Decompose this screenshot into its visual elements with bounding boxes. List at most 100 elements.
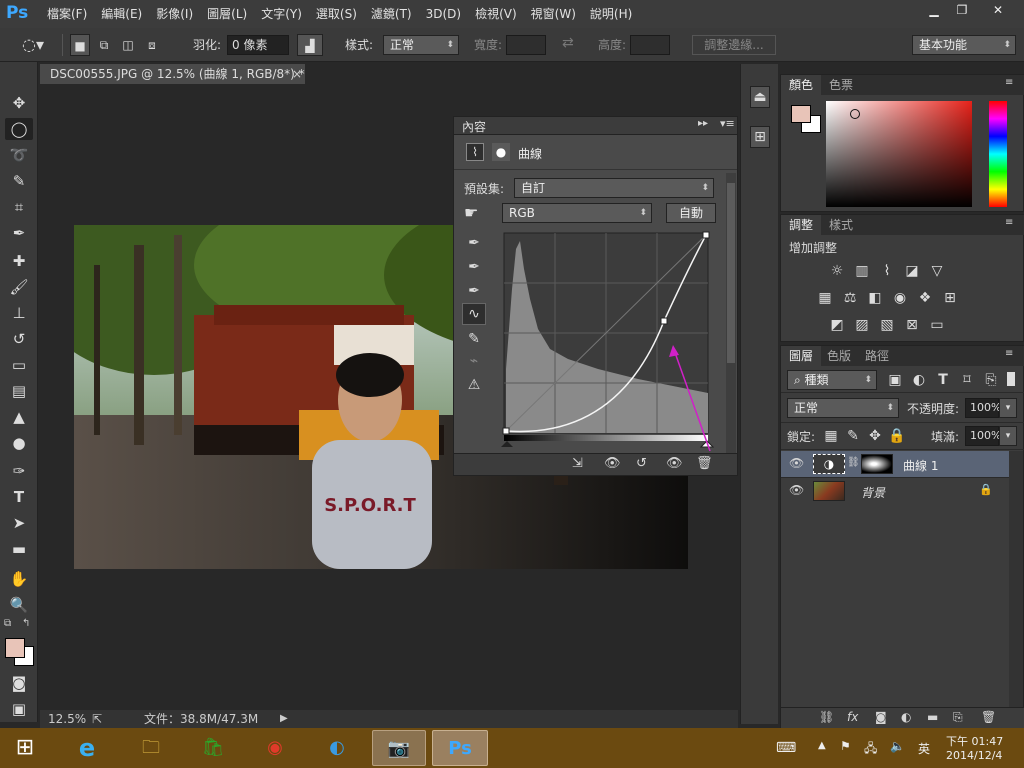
fill-dropdown-icon[interactable]: ▾ (999, 426, 1017, 446)
input-method-indicator[interactable]: 英 (918, 740, 930, 757)
photo-filter-icon[interactable]: ◉ (890, 288, 910, 308)
eraser-tool-icon[interactable]: ▭ (5, 354, 33, 376)
default-colors-icon[interactable]: ⧉ (4, 618, 11, 629)
black-white-icon[interactable]: ◧ (865, 288, 885, 308)
hue-slider[interactable] (989, 101, 1007, 207)
filter-pixel-icon[interactable]: ▣ (885, 370, 905, 390)
history-panel-icon[interactable]: ⏏ (750, 86, 770, 108)
invert-icon[interactable]: ◩ (827, 315, 847, 335)
menu-item[interactable]: 檢視(V) (468, 0, 524, 28)
tab-styles[interactable]: 樣式 (821, 215, 861, 235)
sample-gray-eyedropper-icon[interactable]: ✒ (464, 257, 484, 277)
properties-scrollbar[interactable] (726, 173, 736, 453)
gradient-tool-icon[interactable]: ▤ (5, 380, 33, 402)
tab-color[interactable]: 顏色 (781, 75, 822, 95)
curve-points-icon[interactable]: ∿ (462, 303, 486, 325)
lock-position-icon[interactable]: ✥ (865, 426, 885, 446)
document-tab[interactable]: DSC00555.JPG @ 12.5% (曲線 1, RGB/8*) * × (40, 64, 305, 84)
lock-all-icon[interactable]: 🔒 (887, 426, 907, 446)
panel-menu-icon[interactable]: ▾≡ (720, 117, 735, 130)
preset-select[interactable]: 自訂 (514, 178, 714, 198)
brightness-contrast-icon[interactable]: ☼ (827, 261, 847, 281)
history-brush-tool-icon[interactable]: ↺ (5, 328, 33, 350)
layer-filter-select[interactable]: ⌕ 種類 (787, 370, 877, 390)
blur-tool-icon[interactable]: ▲ (5, 406, 33, 428)
store-icon[interactable]: 🛍 (190, 730, 236, 766)
tab-layers[interactable]: 圖層 (781, 346, 822, 366)
foreground-color-swatch[interactable] (5, 638, 25, 658)
channel-select[interactable]: RGB (502, 203, 652, 223)
tab-swatches[interactable]: 色票 (821, 75, 861, 95)
layer-name[interactable]: 背景 (861, 484, 885, 501)
blend-mode-select[interactable]: 正常 (787, 398, 899, 418)
zoom-level[interactable]: 12.5% (48, 710, 86, 728)
layer-name[interactable]: 曲線 1 (903, 457, 938, 474)
visibility-eye-icon[interactable]: 👁 (789, 456, 804, 470)
new-layer-icon[interactable]: ⎘ (953, 710, 963, 725)
crop-tool-icon[interactable]: ⌗ (5, 196, 33, 218)
opacity-dropdown-icon[interactable]: ▾ (999, 398, 1017, 418)
color-field[interactable] (826, 101, 972, 207)
curves-icon[interactable]: ⌇ (877, 261, 897, 281)
photoshop-taskbar-icon[interactable]: Ps (432, 730, 488, 766)
filter-type-icon[interactable]: T (933, 370, 953, 390)
panel-menu-icon[interactable]: ≡ (1005, 348, 1013, 359)
lock-pixels-icon[interactable]: ✎ (843, 426, 863, 446)
close-button[interactable]: ✕ (984, 0, 1012, 20)
hue-saturation-icon[interactable]: ▦ (815, 288, 835, 308)
visibility-eye-icon[interactable]: 👁 (789, 483, 804, 497)
clock-time[interactable]: 下午 01:47 (946, 733, 1003, 749)
tab-adjustments[interactable]: 調整 (781, 215, 822, 235)
curves-adjustment-icon[interactable]: ⌇ (466, 143, 484, 161)
exposure-icon[interactable]: ◪ (902, 261, 922, 281)
dodge-tool-icon[interactable]: ● (5, 432, 33, 454)
workspace-select[interactable]: 基本功能 (912, 35, 1016, 55)
intersect-selection-icon[interactable]: ⧈ (142, 34, 162, 56)
curves-graph[interactable] (498, 229, 714, 451)
layers-scrollbar[interactable] (1009, 451, 1023, 707)
quick-selection-tool-icon[interactable]: ✎ (5, 170, 33, 192)
tab-channels[interactable]: 色版 (819, 346, 859, 366)
close-document-icon[interactable]: × (292, 64, 302, 84)
menu-item[interactable]: 選取(S) (309, 0, 364, 28)
pen-tool-icon[interactable]: ✑ (5, 460, 33, 482)
layer-mask-icon[interactable]: ● (492, 143, 510, 161)
panel-menu-icon[interactable]: ≡ (1005, 77, 1013, 88)
delete-layer-icon[interactable]: 🗑 (981, 710, 996, 724)
gradient-map-icon[interactable]: ▭ (927, 315, 947, 335)
quick-mask-icon[interactable]: ◙ (5, 672, 33, 694)
width-input[interactable] (506, 35, 546, 55)
filter-shape-icon[interactable]: ⌑ (957, 370, 977, 390)
properties-tab[interactable]: 內容 (462, 118, 486, 135)
panel-menu-icon[interactable]: ≡ (1005, 217, 1013, 228)
smooth-curve-icon[interactable]: ⌁ (464, 351, 484, 371)
menu-item[interactable]: 影像(I) (149, 0, 200, 28)
zoom-tool-icon[interactable]: 🔍 (5, 594, 33, 616)
threshold-icon[interactable]: ▧ (877, 315, 897, 335)
style-select[interactable]: 正常 (383, 35, 459, 55)
add-selection-icon[interactable]: ⧉ (94, 34, 114, 56)
vibrance-icon[interactable]: ▽ (927, 261, 947, 281)
filter-smart-object-icon[interactable]: ⎘ (981, 370, 1001, 390)
hand-tool-icon[interactable]: ✋ (5, 568, 33, 590)
menu-item[interactable]: 圖層(L) (200, 0, 254, 28)
internet-explorer-icon[interactable]: e (64, 730, 110, 766)
clock-date[interactable]: 2014/12/4 (946, 749, 1002, 762)
brush-tool-icon[interactable]: 🖌 (5, 276, 33, 298)
menu-item[interactable]: 3D(D) (419, 0, 468, 28)
filter-toggle[interactable] (1007, 372, 1015, 386)
export-icon[interactable]: ⇱ (92, 710, 102, 728)
show-hidden-icons-icon[interactable]: ▲ (818, 740, 826, 751)
opacity-input[interactable]: 100% (965, 398, 1001, 418)
windows-start-icon[interactable]: ⊞ (2, 730, 48, 766)
pencil-draw-icon[interactable]: ✎ (464, 329, 484, 349)
clip-to-layer-icon[interactable]: ⇲ (572, 456, 583, 471)
network-icon[interactable]: 🖧 (864, 739, 877, 760)
tab-paths[interactable]: 路徑 (857, 346, 897, 366)
selective-color-icon[interactable]: ⊠ (902, 315, 922, 335)
new-adjustment-layer-icon[interactable]: ◐ (901, 710, 911, 724)
filter-adjustment-icon[interactable]: ◐ (909, 370, 929, 390)
clipping-warning-icon[interactable]: ⚠ (464, 375, 484, 395)
action-center-icon[interactable]: ⚑ (840, 739, 851, 753)
fill-input[interactable]: 100% (965, 426, 1001, 446)
